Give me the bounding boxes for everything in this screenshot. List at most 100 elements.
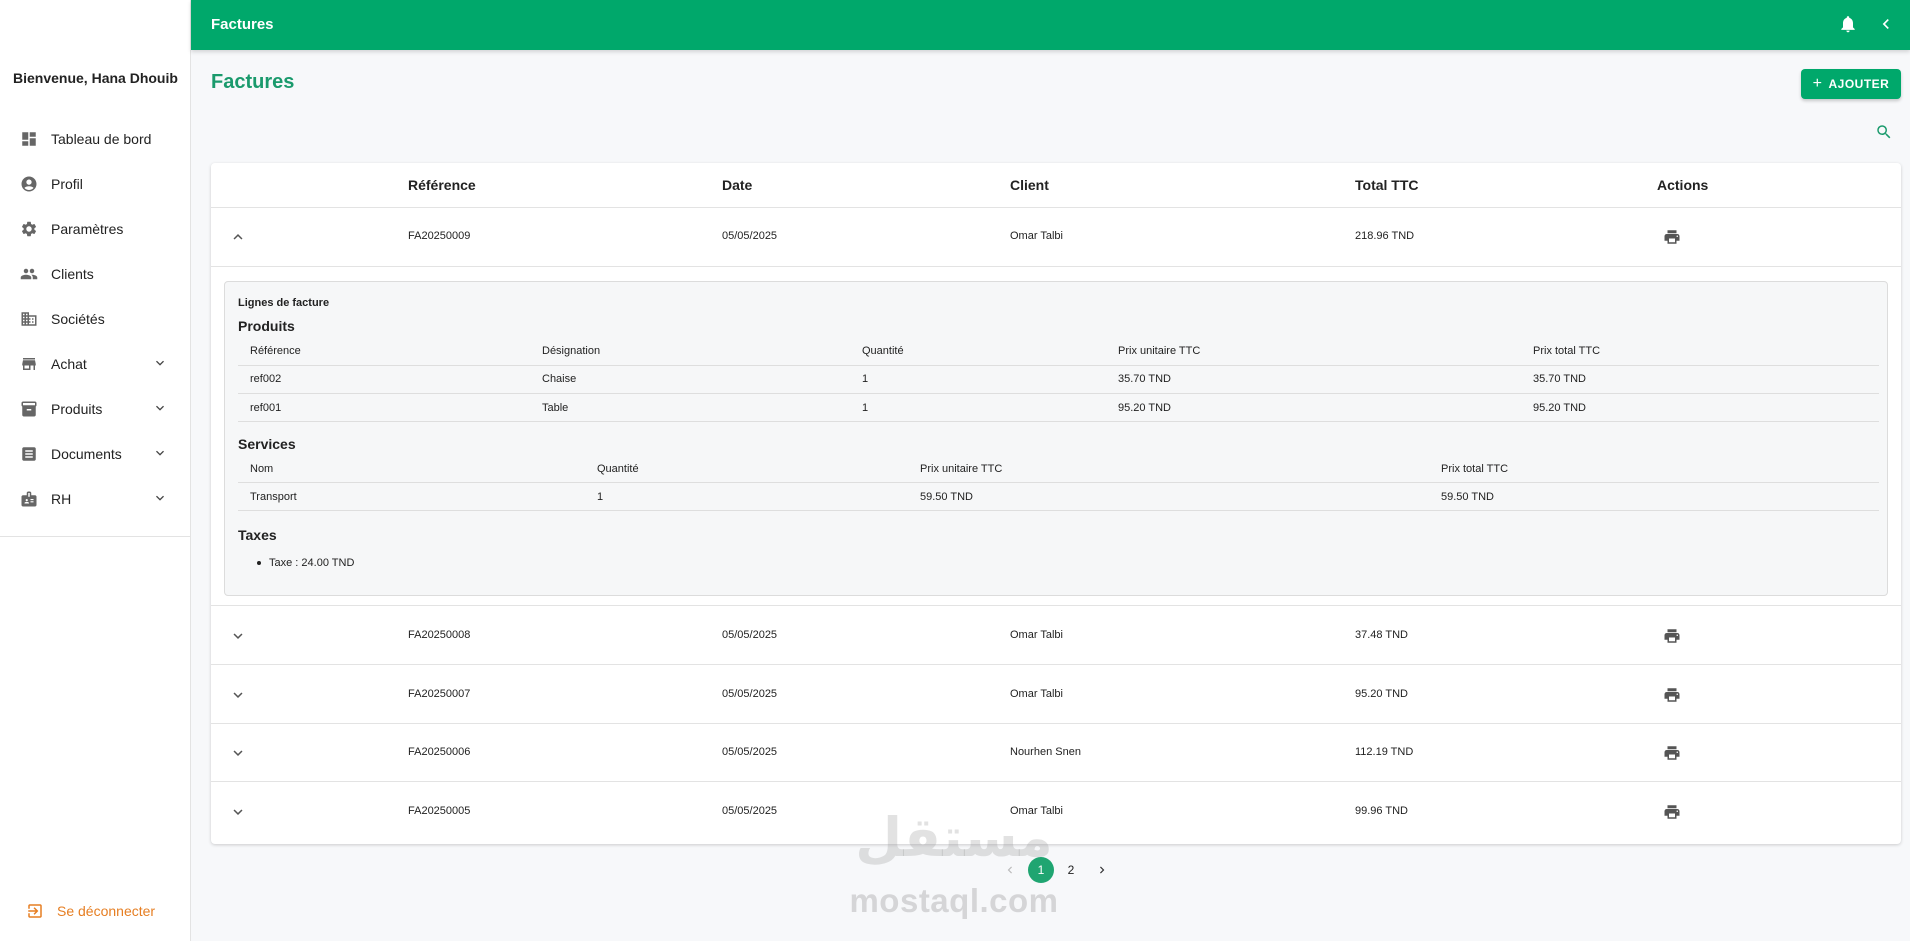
- pagination-page-1[interactable]: 1: [1028, 857, 1054, 883]
- invoice-detail-row: Lignes de facture Produits Référence Dés…: [211, 266, 1901, 606]
- dashboard-icon: [20, 130, 38, 148]
- svg-text:مستقل: مستقل: [855, 808, 1053, 866]
- services-col-name: Nom: [250, 463, 274, 475]
- print-icon[interactable]: [1663, 686, 1681, 704]
- chevron-down-icon: [152, 445, 168, 461]
- invoice-reference: FA20250008: [408, 629, 471, 641]
- table-row: FA20250008 05/05/2025 Omar Talbi 37.48 T…: [211, 607, 1901, 665]
- sidebar-item-clients[interactable]: Clients: [0, 251, 190, 296]
- invoice-date: 05/05/2025: [722, 746, 778, 758]
- plus-icon: +: [1812, 75, 1823, 92]
- notification-bell-icon[interactable]: [1838, 14, 1858, 34]
- invoice-date: 05/05/2025: [722, 688, 778, 700]
- chevron-left-icon: [1007, 866, 1012, 874]
- invoice-client: Omar Talbi: [1010, 629, 1063, 641]
- building-icon: [20, 310, 38, 328]
- sidebar-item-label: Sociétés: [51, 310, 105, 327]
- invoice-total: 218.96 TND: [1355, 230, 1415, 242]
- logout-icon: [28, 904, 42, 918]
- product-quantity: 1: [862, 402, 869, 414]
- top-app-bar: Factures: [191, 0, 1910, 50]
- sidebar-item-label: Paramètres: [51, 220, 124, 237]
- print-icon[interactable]: [1663, 228, 1681, 246]
- invoice-total: 37.48 TND: [1355, 629, 1408, 641]
- sidebar-item-label: Tableau de bord: [51, 130, 152, 147]
- products-col-unit-price: Prix unitaire TTC: [1118, 345, 1201, 357]
- sidebar-item-rh[interactable]: RH: [0, 476, 190, 521]
- chevron-down-icon[interactable]: [229, 744, 247, 762]
- sidebar-item-profil[interactable]: Profil: [0, 161, 190, 206]
- services-col-unit-price: Prix unitaire TTC: [920, 463, 1003, 475]
- chevron-down-icon[interactable]: [229, 803, 247, 821]
- sidebar: Bienvenue, Hana Dhouib Tableau de bord P…: [0, 0, 191, 941]
- invoice-date: 05/05/2025: [722, 629, 778, 641]
- collapse-chevron-icon[interactable]: [1876, 14, 1896, 34]
- divider: [238, 482, 1879, 483]
- print-icon[interactable]: [1663, 744, 1681, 762]
- products-col-reference: Référence: [250, 345, 301, 357]
- sidebar-item-parametres[interactable]: Paramètres: [0, 206, 190, 251]
- sidebar-item-produits[interactable]: Produits: [0, 386, 190, 431]
- invoices-table: Référence Date Client Total TTC Actions …: [211, 163, 1901, 844]
- product-unit-price: 95.20 TND: [1118, 402, 1171, 414]
- products-heading: Produits: [238, 318, 295, 334]
- column-header-total: Total TTC: [1355, 177, 1419, 193]
- product-reference: ref002: [250, 373, 282, 385]
- products-col-quantity: Quantité: [862, 345, 904, 357]
- invoice-reference: FA20250007: [408, 688, 471, 700]
- invoice-client: Nourhen Snen: [1010, 746, 1081, 758]
- column-header-client: Client: [1010, 177, 1049, 193]
- pagination-page-2[interactable]: 2: [1058, 857, 1084, 883]
- store-icon: [20, 355, 38, 373]
- invoice-total: 99.96 TND: [1355, 805, 1408, 817]
- receipt-icon: [20, 445, 38, 463]
- divider: [238, 365, 1879, 366]
- column-header-actions: Actions: [1657, 177, 1709, 193]
- service-name: Transport: [250, 491, 297, 503]
- welcome-text: Bienvenue, Hana Dhouib: [13, 70, 178, 86]
- product-quantity: 1: [862, 373, 869, 385]
- print-icon[interactable]: [1663, 803, 1681, 821]
- watermark-text: mostaql.com: [849, 882, 1059, 919]
- tax-item: Taxe : 24.00 TND: [257, 557, 354, 569]
- account-circle-icon: [20, 175, 38, 193]
- chevron-down-icon[interactable]: [229, 686, 247, 704]
- taxes-heading: Taxes: [238, 527, 277, 543]
- chevron-up-icon[interactable]: [229, 228, 247, 246]
- sidebar-item-societes[interactable]: Sociétés: [0, 296, 190, 341]
- badge-icon: [20, 490, 38, 508]
- service-unit-price: 59.50 TND: [920, 491, 973, 503]
- sidebar-item-label: Profil: [51, 175, 83, 192]
- invoice-client: Omar Talbi: [1010, 688, 1063, 700]
- sidebar-item-documents[interactable]: Documents: [0, 431, 190, 476]
- invoice-lines-panel: Lignes de facture Produits Référence Dés…: [224, 281, 1888, 596]
- invoice-lines-caption: Lignes de facture: [238, 297, 330, 309]
- invoice-client: Omar Talbi: [1010, 230, 1063, 242]
- services-col-quantity: Quantité: [597, 463, 639, 475]
- service-total-price: 59.50 TND: [1441, 491, 1494, 503]
- sidebar-item-label: Achat: [51, 355, 87, 372]
- table-row: FA20250009 05/05/2025 Omar Talbi 218.96 …: [211, 208, 1901, 266]
- chevron-down-icon: [152, 490, 168, 506]
- product-designation: Table: [542, 402, 569, 414]
- pagination-prev-button[interactable]: [1000, 857, 1020, 883]
- search-icon[interactable]: [1875, 123, 1893, 141]
- sidebar-divider: [0, 536, 190, 537]
- sidebar-item-achat[interactable]: Achat: [0, 341, 190, 386]
- divider: [238, 510, 1879, 511]
- sidebar-item-tableau-de-bord[interactable]: Tableau de bord: [0, 116, 190, 161]
- print-icon[interactable]: [1663, 627, 1681, 645]
- column-header-reference: Référence: [408, 177, 476, 193]
- services-col-total-price: Prix total TTC: [1441, 463, 1509, 475]
- service-quantity: 1: [597, 491, 604, 503]
- app-title: Factures: [211, 16, 274, 33]
- page-title: Factures: [211, 71, 295, 93]
- products-col-total-price: Prix total TTC: [1533, 345, 1601, 357]
- product-total-price: 35.70 TND: [1533, 373, 1586, 385]
- product-reference: ref001: [250, 402, 282, 414]
- pagination-next-button[interactable]: [1092, 857, 1112, 883]
- add-invoice-button[interactable]: + AJOUTER: [1801, 69, 1901, 99]
- chevron-down-icon[interactable]: [229, 627, 247, 645]
- logout-button[interactable]: Se déconnecter: [26, 902, 155, 920]
- invoice-reference: FA20250005: [408, 805, 471, 817]
